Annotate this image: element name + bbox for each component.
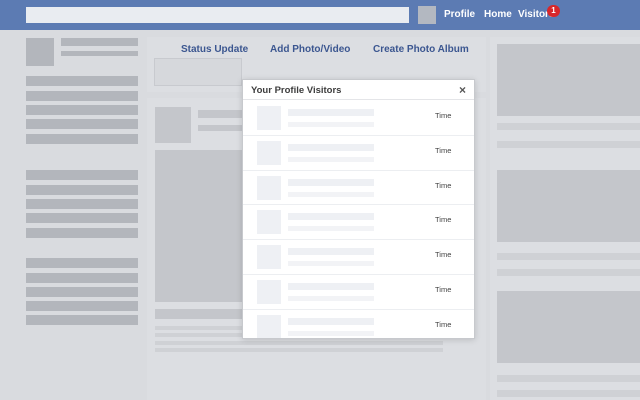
visitor-avatar[interactable] xyxy=(257,140,281,165)
nav-home-link[interactable]: Home xyxy=(484,9,512,21)
visit-time: Time xyxy=(435,215,452,225)
right-ad-block xyxy=(497,291,640,363)
right-text-line xyxy=(497,141,640,148)
sidebar-name-placeholder xyxy=(61,38,138,46)
dialog-header: Your Profile Visitors × xyxy=(243,80,474,100)
feed-post-caption-placeholder xyxy=(155,309,242,319)
search-input[interactable] xyxy=(26,7,409,23)
dialog-title: Your Profile Visitors xyxy=(251,85,342,96)
feed-post-line xyxy=(155,348,443,352)
sidebar-item[interactable] xyxy=(26,185,138,195)
sidebar-item[interactable] xyxy=(26,258,138,268)
visitor-row[interactable]: Time xyxy=(243,310,474,338)
visitor-detail-placeholder xyxy=(288,122,374,127)
add-photo-video-link[interactable]: Add Photo/Video xyxy=(270,44,350,55)
visitor-avatar[interactable] xyxy=(257,106,281,130)
sidebar-item[interactable] xyxy=(26,105,138,115)
sidebar-profile-picture[interactable] xyxy=(26,38,54,66)
sidebar-item[interactable] xyxy=(26,273,138,283)
feed-post-avatar xyxy=(155,107,191,143)
visitor-avatar[interactable] xyxy=(257,314,281,338)
visit-time: Time xyxy=(435,111,452,120)
right-ad-block xyxy=(497,44,640,116)
right-ad-block xyxy=(497,170,640,242)
right-text-line xyxy=(497,253,640,260)
visitor-row[interactable]: Time xyxy=(243,275,474,310)
visitor-row[interactable]: Time xyxy=(243,240,474,275)
visitor-detail-placeholder xyxy=(288,191,374,197)
sidebar-item[interactable] xyxy=(26,287,138,297)
visit-time: Time xyxy=(435,180,452,190)
visitor-row[interactable]: Time xyxy=(243,136,474,171)
visitor-detail-placeholder xyxy=(288,261,374,267)
visitor-name-placeholder xyxy=(288,143,374,151)
visitor-detail-placeholder xyxy=(288,156,374,162)
right-text-line xyxy=(497,390,640,397)
visitor-row[interactable]: Time xyxy=(243,101,474,136)
composer-input[interactable] xyxy=(154,58,242,86)
sidebar-subtitle-placeholder xyxy=(61,51,138,56)
feed-post-subtitle-placeholder xyxy=(198,125,242,131)
visit-time: Time xyxy=(435,319,452,329)
sidebar-item[interactable] xyxy=(26,119,138,129)
visitor-detail-placeholder xyxy=(288,330,374,336)
visitor-avatar[interactable] xyxy=(257,210,281,235)
sidebar-item[interactable] xyxy=(26,76,138,86)
visitor-detail-placeholder xyxy=(288,295,374,301)
sidebar-item[interactable] xyxy=(26,213,138,223)
visitor-avatar[interactable] xyxy=(257,175,281,200)
visit-time: Time xyxy=(435,284,452,294)
visitor-name-placeholder xyxy=(288,317,374,325)
sidebar-item[interactable] xyxy=(26,199,138,209)
create-photo-album-link[interactable]: Create Photo Album xyxy=(373,44,469,55)
visitor-name-placeholder xyxy=(288,109,374,116)
feed-post-line xyxy=(155,341,443,345)
sidebar-item[interactable] xyxy=(26,315,138,325)
right-text-line xyxy=(497,123,640,130)
sidebar-item[interactable] xyxy=(26,301,138,311)
close-icon[interactable]: × xyxy=(459,83,466,97)
visitor-avatar[interactable] xyxy=(257,245,281,270)
visitors-notification-badge: 1 xyxy=(547,5,560,17)
profile-visitors-dialog: Your Profile Visitors × Time Time Time T… xyxy=(242,79,475,339)
sidebar-item[interactable] xyxy=(26,91,138,101)
visit-time: Time xyxy=(435,145,452,155)
visitor-name-placeholder xyxy=(288,178,374,186)
visit-time: Time xyxy=(435,250,452,260)
visitor-name-placeholder xyxy=(288,213,374,221)
visitor-list: Time Time Time Time Time Time Time xyxy=(243,101,474,338)
nav-profile-link[interactable]: Profile xyxy=(444,9,475,21)
visitor-detail-placeholder xyxy=(288,226,374,232)
visitor-name-placeholder xyxy=(288,282,374,290)
status-update-link[interactable]: Status Update xyxy=(181,44,248,55)
sidebar-item[interactable] xyxy=(26,228,138,238)
visitor-row[interactable]: Time xyxy=(243,205,474,241)
right-text-line xyxy=(497,269,640,276)
right-text-line xyxy=(497,375,640,382)
feed-post-title-placeholder xyxy=(198,110,242,118)
sidebar-item[interactable] xyxy=(26,134,138,144)
avatar[interactable] xyxy=(418,6,436,24)
visitor-name-placeholder xyxy=(288,248,374,256)
feed-post-image xyxy=(155,150,242,302)
visitor-row[interactable]: Time xyxy=(243,171,474,206)
sidebar-item[interactable] xyxy=(26,170,138,180)
visitor-avatar[interactable] xyxy=(257,279,281,304)
